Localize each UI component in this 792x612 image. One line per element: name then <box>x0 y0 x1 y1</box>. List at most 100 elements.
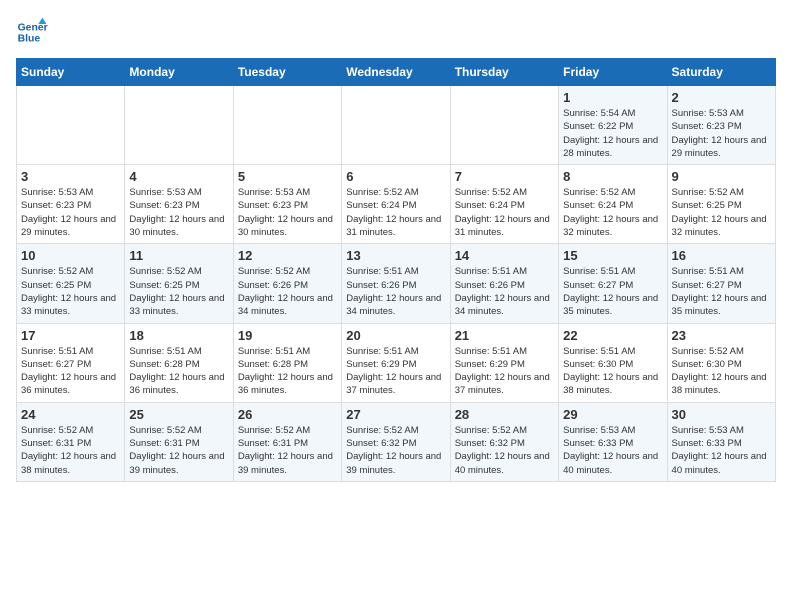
day-number: 9 <box>672 169 771 184</box>
calendar-header-row: SundayMondayTuesdayWednesdayThursdayFrid… <box>17 59 776 86</box>
day-number: 3 <box>21 169 120 184</box>
day-number: 4 <box>129 169 228 184</box>
day-info: Sunrise: 5:51 AM Sunset: 6:28 PM Dayligh… <box>129 345 228 398</box>
weekday-header: Friday <box>559 59 667 86</box>
calendar-day-cell: 26 Sunrise: 5:52 AM Sunset: 6:31 PM Dayli… <box>233 402 341 481</box>
calendar-day-cell: 27 Sunrise: 5:52 AM Sunset: 6:32 PM Dayli… <box>342 402 450 481</box>
calendar-day-cell: 17 Sunrise: 5:51 AM Sunset: 6:27 PM Dayli… <box>17 323 125 402</box>
day-number: 29 <box>563 407 662 422</box>
day-info: Sunrise: 5:53 AM Sunset: 6:23 PM Dayligh… <box>672 107 771 160</box>
day-info: Sunrise: 5:52 AM Sunset: 6:32 PM Dayligh… <box>455 424 554 477</box>
day-info: Sunrise: 5:51 AM Sunset: 6:29 PM Dayligh… <box>455 345 554 398</box>
day-info: Sunrise: 5:53 AM Sunset: 6:23 PM Dayligh… <box>129 186 228 239</box>
day-number: 16 <box>672 248 771 263</box>
day-number: 2 <box>672 90 771 105</box>
day-number: 17 <box>21 328 120 343</box>
day-info: Sunrise: 5:51 AM Sunset: 6:29 PM Dayligh… <box>346 345 445 398</box>
calendar-day-cell: 1Sunrise: 5:54 AM Sunset: 6:22 PM Daylig… <box>559 86 667 165</box>
day-number: 7 <box>455 169 554 184</box>
day-number: 12 <box>238 248 337 263</box>
calendar-day-cell: 4 Sunrise: 5:53 AM Sunset: 6:23 PM Daylig… <box>125 165 233 244</box>
svg-text:General: General <box>18 22 48 33</box>
day-info: Sunrise: 5:51 AM Sunset: 6:26 PM Dayligh… <box>346 265 445 318</box>
day-info: Sunrise: 5:52 AM Sunset: 6:25 PM Dayligh… <box>21 265 120 318</box>
day-info: Sunrise: 5:54 AM Sunset: 6:22 PM Dayligh… <box>563 107 662 160</box>
calendar-day-cell: 6 Sunrise: 5:52 AM Sunset: 6:24 PM Daylig… <box>342 165 450 244</box>
calendar-week-row: 1Sunrise: 5:54 AM Sunset: 6:22 PM Daylig… <box>17 86 776 165</box>
day-number: 24 <box>21 407 120 422</box>
logo: General Blue <box>16 16 48 48</box>
calendar-day-cell: 15 Sunrise: 5:51 AM Sunset: 6:27 PM Dayli… <box>559 244 667 323</box>
calendar-day-cell <box>17 86 125 165</box>
day-number: 18 <box>129 328 228 343</box>
calendar-day-cell: 12 Sunrise: 5:52 AM Sunset: 6:26 PM Dayli… <box>233 244 341 323</box>
day-info: Sunrise: 5:51 AM Sunset: 6:28 PM Dayligh… <box>238 345 337 398</box>
svg-text:Blue: Blue <box>18 34 41 45</box>
day-number: 14 <box>455 248 554 263</box>
calendar-day-cell: 13Sunrise: 5:51 AM Sunset: 6:26 PM Dayli… <box>342 244 450 323</box>
day-info: Sunrise: 5:51 AM Sunset: 6:27 PM Dayligh… <box>21 345 120 398</box>
day-info: Sunrise: 5:52 AM Sunset: 6:32 PM Dayligh… <box>346 424 445 477</box>
day-info: Sunrise: 5:52 AM Sunset: 6:24 PM Dayligh… <box>346 186 445 239</box>
calendar-day-cell: 2 Sunrise: 5:53 AM Sunset: 6:23 PM Daylig… <box>667 86 775 165</box>
day-info: Sunrise: 5:52 AM Sunset: 6:31 PM Dayligh… <box>238 424 337 477</box>
day-number: 15 <box>563 248 662 263</box>
day-number: 10 <box>21 248 120 263</box>
calendar-day-cell: 16 Sunrise: 5:51 AM Sunset: 6:27 PM Dayli… <box>667 244 775 323</box>
weekday-header: Monday <box>125 59 233 86</box>
day-number: 30 <box>672 407 771 422</box>
day-info: Sunrise: 5:52 AM Sunset: 6:31 PM Dayligh… <box>129 424 228 477</box>
calendar-day-cell: 5 Sunrise: 5:53 AM Sunset: 6:23 PM Daylig… <box>233 165 341 244</box>
calendar-day-cell: 28Sunrise: 5:52 AM Sunset: 6:32 PM Dayli… <box>450 402 558 481</box>
calendar-day-cell: 24 Sunrise: 5:52 AM Sunset: 6:31 PM Dayli… <box>17 402 125 481</box>
day-info: Sunrise: 5:53 AM Sunset: 6:23 PM Dayligh… <box>21 186 120 239</box>
calendar-day-cell: 30 Sunrise: 5:53 AM Sunset: 6:33 PM Dayli… <box>667 402 775 481</box>
weekday-header: Saturday <box>667 59 775 86</box>
day-info: Sunrise: 5:52 AM Sunset: 6:24 PM Dayligh… <box>563 186 662 239</box>
day-number: 27 <box>346 407 445 422</box>
calendar-week-row: 10 Sunrise: 5:52 AM Sunset: 6:25 PM Dayli… <box>17 244 776 323</box>
calendar-day-cell <box>233 86 341 165</box>
day-info: Sunrise: 5:51 AM Sunset: 6:26 PM Dayligh… <box>455 265 554 318</box>
calendar-day-cell: 11Sunrise: 5:52 AM Sunset: 6:25 PM Dayli… <box>125 244 233 323</box>
calendar-day-cell: 7 Sunrise: 5:52 AM Sunset: 6:24 PM Daylig… <box>450 165 558 244</box>
day-number: 20 <box>346 328 445 343</box>
day-info: Sunrise: 5:53 AM Sunset: 6:33 PM Dayligh… <box>672 424 771 477</box>
weekday-header: Tuesday <box>233 59 341 86</box>
day-number: 6 <box>346 169 445 184</box>
calendar-day-cell: 18 Sunrise: 5:51 AM Sunset: 6:28 PM Dayli… <box>125 323 233 402</box>
page-header: General Blue <box>16 16 776 48</box>
day-number: 8 <box>563 169 662 184</box>
calendar-day-cell: 20 Sunrise: 5:51 AM Sunset: 6:29 PM Dayli… <box>342 323 450 402</box>
weekday-header: Sunday <box>17 59 125 86</box>
calendar-day-cell: 14 Sunrise: 5:51 AM Sunset: 6:26 PM Dayli… <box>450 244 558 323</box>
day-number: 19 <box>238 328 337 343</box>
day-number: 25 <box>129 407 228 422</box>
calendar-week-row: 3 Sunrise: 5:53 AM Sunset: 6:23 PM Daylig… <box>17 165 776 244</box>
day-info: Sunrise: 5:51 AM Sunset: 6:30 PM Dayligh… <box>563 345 662 398</box>
day-number: 21 <box>455 328 554 343</box>
day-info: Sunrise: 5:51 AM Sunset: 6:27 PM Dayligh… <box>563 265 662 318</box>
calendar-day-cell <box>125 86 233 165</box>
calendar-week-row: 24 Sunrise: 5:52 AM Sunset: 6:31 PM Dayli… <box>17 402 776 481</box>
weekday-header: Wednesday <box>342 59 450 86</box>
day-info: Sunrise: 5:52 AM Sunset: 6:26 PM Dayligh… <box>238 265 337 318</box>
day-number: 26 <box>238 407 337 422</box>
calendar-day-cell: 21 Sunrise: 5:51 AM Sunset: 6:29 PM Dayli… <box>450 323 558 402</box>
day-info: Sunrise: 5:51 AM Sunset: 6:27 PM Dayligh… <box>672 265 771 318</box>
calendar-day-cell: 25 Sunrise: 5:52 AM Sunset: 6:31 PM Dayli… <box>125 402 233 481</box>
calendar-day-cell: 3 Sunrise: 5:53 AM Sunset: 6:23 PM Daylig… <box>17 165 125 244</box>
calendar-day-cell: 29Sunrise: 5:53 AM Sunset: 6:33 PM Dayli… <box>559 402 667 481</box>
day-info: Sunrise: 5:52 AM Sunset: 6:31 PM Dayligh… <box>21 424 120 477</box>
calendar-day-cell: 23Sunrise: 5:52 AM Sunset: 6:30 PM Dayli… <box>667 323 775 402</box>
day-info: Sunrise: 5:52 AM Sunset: 6:24 PM Dayligh… <box>455 186 554 239</box>
weekday-header: Thursday <box>450 59 558 86</box>
day-number: 23 <box>672 328 771 343</box>
calendar-day-cell <box>342 86 450 165</box>
calendar-table: SundayMondayTuesdayWednesdayThursdayFrid… <box>16 58 776 482</box>
day-number: 5 <box>238 169 337 184</box>
calendar-day-cell: 9Sunrise: 5:52 AM Sunset: 6:25 PM Daylig… <box>667 165 775 244</box>
calendar-week-row: 17 Sunrise: 5:51 AM Sunset: 6:27 PM Dayli… <box>17 323 776 402</box>
logo-icon: General Blue <box>16 16 48 48</box>
day-info: Sunrise: 5:53 AM Sunset: 6:23 PM Dayligh… <box>238 186 337 239</box>
